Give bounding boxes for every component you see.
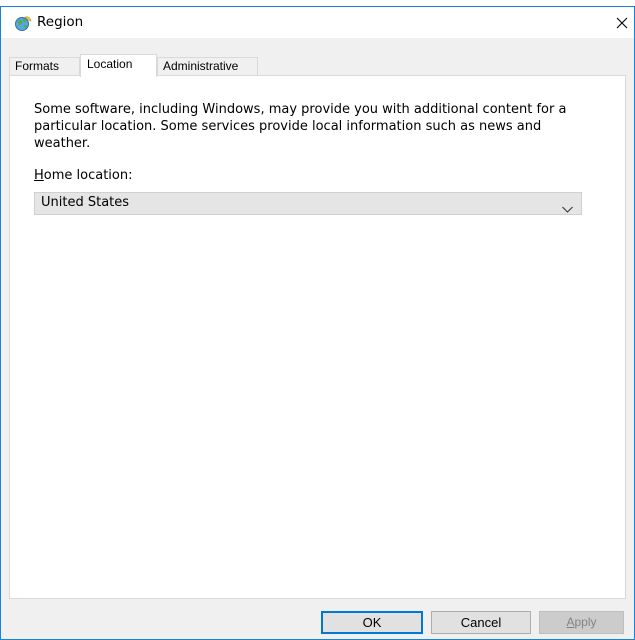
chevron-down-icon xyxy=(562,199,573,213)
home-location-label: Home location: xyxy=(34,168,133,183)
apply-accelerator: A xyxy=(566,615,575,629)
close-icon xyxy=(616,17,628,29)
window-title: Region xyxy=(37,14,84,30)
cancel-button[interactable]: Cancel xyxy=(431,611,531,634)
ok-button[interactable]: OK xyxy=(321,611,423,634)
region-dialog: Region Formats Location Administrative S… xyxy=(0,6,635,640)
location-tab-page: Some software, including Windows, may pr… xyxy=(9,75,626,599)
tab-formats[interactable]: Formats xyxy=(9,57,80,76)
home-location-dropdown[interactable]: United States xyxy=(34,192,582,215)
home-label-accelerator: H xyxy=(34,168,44,183)
apply-button[interactable]: Apply xyxy=(539,611,624,634)
tab-administrative[interactable]: Administrative xyxy=(157,57,258,76)
location-description: Some software, including Windows, may pr… xyxy=(34,102,567,151)
home-label-text: ome location: xyxy=(43,168,133,183)
home-location-value: United States xyxy=(41,195,130,210)
apply-label-text: pply xyxy=(574,615,597,629)
close-button[interactable] xyxy=(588,7,634,38)
globe-region-icon xyxy=(14,15,32,33)
tab-location[interactable]: Location xyxy=(80,54,157,77)
title-bar: Region xyxy=(1,7,634,38)
